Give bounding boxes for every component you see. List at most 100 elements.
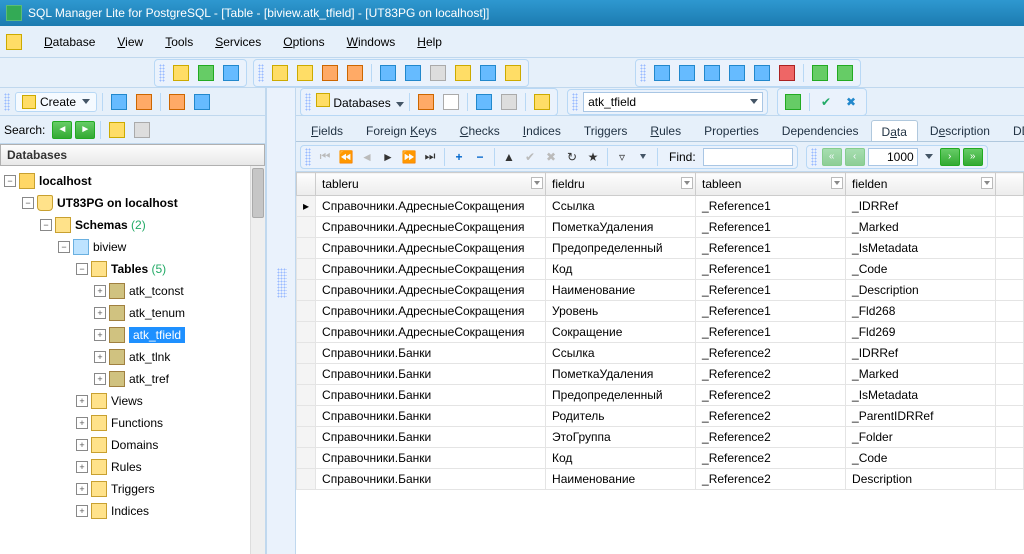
cell[interactable]: _IsMetadata (846, 238, 996, 259)
tool-icon[interactable] (166, 91, 188, 113)
cell[interactable]: Справочники.АдресныеСокращения (316, 259, 546, 280)
tool-icon[interactable] (377, 62, 399, 84)
tool-icon[interactable] (427, 62, 449, 84)
tab-properties[interactable]: Properties (693, 119, 770, 141)
column-filter-icon[interactable] (831, 177, 843, 189)
cell[interactable]: _Marked (846, 364, 996, 385)
window-min-icon[interactable] (751, 62, 773, 84)
column-header[interactable]: fielden (846, 173, 996, 196)
search-opt-icon[interactable] (131, 119, 153, 141)
bookmark-icon[interactable]: ★ (584, 148, 602, 166)
cell[interactable]: _Code (846, 259, 996, 280)
cell[interactable]: Справочники.Банки (316, 385, 546, 406)
refresh-icon[interactable] (473, 91, 495, 113)
find-input[interactable] (703, 148, 793, 166)
first-record-icon[interactable]: ⏮ (316, 148, 334, 166)
tab-indices[interactable]: Indices (512, 119, 572, 141)
table-row[interactable]: Справочники.АдресныеСокращенияСокращение… (297, 322, 1024, 343)
databases-dropdown[interactable]: Databases (316, 93, 404, 110)
tool-icon[interactable] (319, 62, 341, 84)
tree-table-item[interactable]: +atk_tlnk (2, 346, 263, 368)
menu-view[interactable]: View (107, 31, 153, 53)
column-filter-icon[interactable] (681, 177, 693, 189)
cell[interactable]: Справочники.Банки (316, 406, 546, 427)
refresh-icon[interactable]: ↻ (563, 148, 581, 166)
tab-dependencies[interactable]: Dependencies (771, 119, 870, 141)
tree-table-item[interactable]: +atk_tfield (2, 324, 263, 346)
cell[interactable]: Код (546, 259, 696, 280)
table-row[interactable]: Справочники.БанкиКод_Reference2_Code (297, 448, 1024, 469)
search-prev-button[interactable]: ◄ (52, 121, 72, 139)
tool-icon[interactable] (344, 62, 366, 84)
tab-checks[interactable]: Checks (449, 119, 511, 141)
tree-database[interactable]: −UT83PG on localhost (2, 192, 263, 214)
cell[interactable]: _Reference2 (696, 448, 846, 469)
cell[interactable]: _Fld268 (846, 301, 996, 322)
tool-icon[interactable] (133, 91, 155, 113)
tool-icon[interactable] (502, 62, 524, 84)
tree-functions[interactable]: +Functions (2, 412, 263, 434)
minus-icon[interactable]: − (471, 148, 489, 166)
table-row[interactable]: Справочники.АдресныеСокращенияПредопреде… (297, 238, 1024, 259)
nav-back-icon[interactable] (809, 62, 831, 84)
cell[interactable]: _IsMetadata (846, 385, 996, 406)
search-opt-icon[interactable] (106, 119, 128, 141)
tree-table-item[interactable]: +atk_tref (2, 368, 263, 390)
cell[interactable]: Справочники.Банки (316, 469, 546, 490)
cell[interactable]: _Reference1 (696, 196, 846, 217)
table-row[interactable]: Справочники.АдресныеСокращенияНаименован… (297, 280, 1024, 301)
menu-windows[interactable]: Windows (337, 31, 406, 53)
search-next-button[interactable]: ► (75, 121, 95, 139)
table-row[interactable]: Справочники.АдресныеСокращенияПометкаУда… (297, 217, 1024, 238)
tab-description[interactable]: Description (919, 119, 1001, 141)
tree-table-item[interactable]: +atk_tenum (2, 302, 263, 324)
cell[interactable]: ПометкаУдаления (546, 364, 696, 385)
cell[interactable]: Справочники.Банки (316, 343, 546, 364)
cell[interactable]: Description (846, 469, 996, 490)
cell[interactable]: Родитель (546, 406, 696, 427)
cell[interactable]: Справочники.АдресныеСокращения (316, 217, 546, 238)
tree-rules[interactable]: +Rules (2, 456, 263, 478)
tree-host[interactable]: −localhost (2, 170, 263, 192)
tree-indices[interactable]: +Indices (2, 500, 263, 522)
column-filter-icon[interactable] (531, 177, 543, 189)
check-icon[interactable]: ✔ (815, 91, 837, 113)
create-dropdown[interactable]: Create (15, 92, 97, 112)
cell[interactable]: Сокращение (546, 322, 696, 343)
table-row[interactable]: Справочники.АдресныеСокращенияУровень_Re… (297, 301, 1024, 322)
window-close-icon[interactable] (776, 62, 798, 84)
cancel-icon[interactable]: ✖ (542, 148, 560, 166)
next-page-icon[interactable]: ⏩ (400, 148, 418, 166)
scrollbar[interactable] (250, 166, 265, 554)
object-select[interactable]: atk_tfield (583, 92, 763, 112)
tree-views[interactable]: +Views (2, 390, 263, 412)
menu-tools[interactable]: Tools (155, 31, 203, 53)
cell[interactable]: _Reference2 (696, 427, 846, 448)
last-record-icon[interactable]: ⏭ (421, 148, 439, 166)
close-icon[interactable]: ✖ (840, 91, 862, 113)
tool-icon[interactable] (195, 62, 217, 84)
window-tile-v-icon[interactable] (726, 62, 748, 84)
tree-schemas[interactable]: −Schemas (2) (2, 214, 263, 236)
table-row[interactable]: Справочники.БанкиЭтоГруппа_Reference2_Fo… (297, 427, 1024, 448)
cell[interactable]: _Reference1 (696, 217, 846, 238)
tree-table-item[interactable]: +atk_tconst (2, 280, 263, 302)
cell[interactable]: _Description (846, 280, 996, 301)
page-first-button[interactable]: « (822, 148, 842, 166)
chevron-down-icon[interactable] (925, 154, 933, 159)
tool-icon[interactable] (170, 62, 192, 84)
column-header[interactable]: tableru (316, 173, 546, 196)
tool-icon[interactable] (477, 62, 499, 84)
cell[interactable]: _Reference1 (696, 322, 846, 343)
cell[interactable]: _Reference1 (696, 259, 846, 280)
column-header[interactable]: fieldru (546, 173, 696, 196)
edit-icon[interactable]: ▲ (500, 148, 518, 166)
tab-dd[interactable]: DD (1002, 119, 1024, 141)
tree-triggers[interactable]: +Triggers (2, 478, 263, 500)
cell[interactable]: _Folder (846, 427, 996, 448)
cell[interactable]: Справочники.АдресныеСокращения (316, 301, 546, 322)
cell[interactable]: Справочники.АдресныеСокращения (316, 196, 546, 217)
tool-icon[interactable] (294, 62, 316, 84)
tool-icon[interactable] (415, 91, 437, 113)
cell[interactable]: _Reference2 (696, 469, 846, 490)
